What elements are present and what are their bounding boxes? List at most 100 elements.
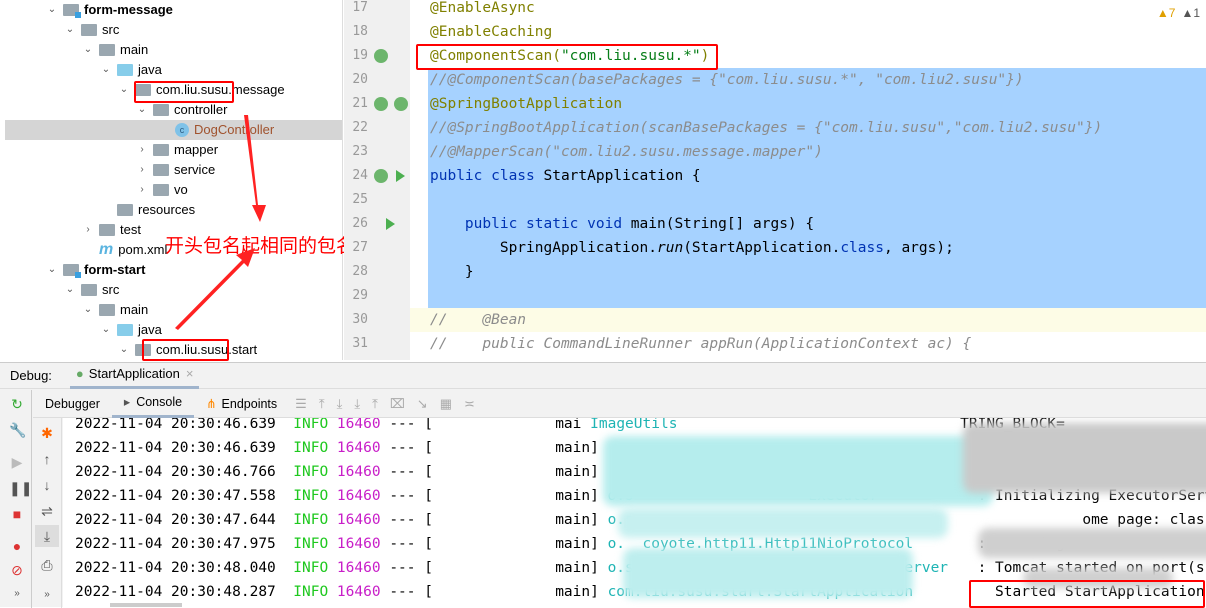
chevron-right-icon[interactable]: › <box>135 160 149 180</box>
tree-item[interactable]: ⌄ form-start <box>45 260 145 280</box>
tab-label: StartApplication <box>88 366 180 381</box>
tree-item[interactable]: ⌄ form-message <box>45 0 173 20</box>
tree-item[interactable]: ⌄ src <box>63 20 120 40</box>
tree-item[interactable]: ⌄ src <box>63 280 120 300</box>
spring-bean-icon[interactable] <box>394 97 408 111</box>
tree-item[interactable]: m pom.xml <box>81 240 167 260</box>
chevron-right-icon[interactable]: › <box>135 180 149 200</box>
code-line[interactable]: @ComponentScan("com.liu.susu.*") <box>430 44 709 68</box>
stop-icon[interactable]: ■ <box>9 506 25 522</box>
resume-icon[interactable]: ▶ <box>9 454 25 470</box>
down-icon[interactable]: ↓ <box>39 477 55 493</box>
code-line[interactable]: public class StartApplication { <box>430 164 701 188</box>
pause-icon[interactable]: ❚❚ <box>9 480 32 496</box>
horizontal-scrollbar[interactable] <box>110 603 182 607</box>
code-line[interactable]: public static void main(String[] args) { <box>430 212 814 236</box>
tab-console[interactable]: ▸ Console <box>111 390 195 418</box>
chevron-down-icon[interactable]: ⌄ <box>81 40 95 60</box>
tree-item[interactable]: ⌄ main <box>81 300 148 320</box>
console-output[interactable]: 2022-11-04 20:30:46.639 INFO 16460 --- [… <box>63 418 1206 608</box>
debug-panel: Debug: ● StartApplication × ↻ 🔧 ▶ ❚❚ ■ ● ⊘… <box>0 361 1206 608</box>
pid: 16460 <box>336 440 381 456</box>
tree-item[interactable]: ⌄ main <box>81 40 148 60</box>
warning-count[interactable]: ▲7 <box>1157 6 1176 20</box>
show-execution-point-icon[interactable]: ⤒ <box>319 396 325 412</box>
evaluate-icon[interactable]: ▦ <box>440 396 452 412</box>
pid: 16460 <box>336 584 381 600</box>
highlight-box <box>969 580 1205 608</box>
close-icon[interactable]: × <box>186 361 194 387</box>
debug-tab-startapplication[interactable]: ● StartApplication × <box>69 361 200 389</box>
more-icon[interactable]: » <box>9 586 25 602</box>
tree-item[interactable]: ⌄ java <box>99 320 162 340</box>
code-line[interactable]: } <box>430 260 474 284</box>
chevron-down-icon[interactable]: ⌄ <box>63 280 77 300</box>
run-icon[interactable] <box>396 170 405 182</box>
pid: 16460 <box>336 418 381 432</box>
wrench-icon[interactable]: 🔧 <box>9 422 26 438</box>
code-line[interactable]: //@SpringBootApplication(scanBasePackage… <box>430 116 1102 140</box>
line-number: 20 <box>352 72 368 87</box>
logger: ImageUtils <box>590 418 678 432</box>
tree-item[interactable]: › test <box>81 220 141 240</box>
chevron-down-icon[interactable]: ⌄ <box>63 20 77 40</box>
trace-icon[interactable]: ≍ <box>464 396 475 412</box>
spring-bean-icon[interactable] <box>374 97 388 111</box>
step-out-icon[interactable]: ⤒ <box>372 396 378 412</box>
weak-warning-count[interactable]: ▲1 <box>1181 6 1200 20</box>
spring-bean-icon[interactable] <box>374 169 388 183</box>
spring-bean-icon[interactable] <box>374 49 388 63</box>
chevron-down-icon[interactable]: ⌄ <box>99 320 113 340</box>
line-number: 29 <box>352 288 368 303</box>
run-to-cursor-icon[interactable]: ↘ <box>417 396 428 412</box>
menu-icon[interactable]: ☰ <box>295 396 307 412</box>
soft-wrap-icon[interactable]: ⇌ <box>39 503 55 519</box>
view-breakpoints-icon[interactable]: ● <box>9 538 25 554</box>
code-line[interactable]: //@MapperScan("com.liu2.susu.message.map… <box>430 140 823 164</box>
code-line[interactable]: SpringApplication.run(StartApplication.c… <box>430 236 954 260</box>
endpoints-icon[interactable]: ✱ <box>39 425 55 441</box>
more-icon[interactable]: » <box>39 587 55 603</box>
step-into-icon[interactable]: ⤓ <box>354 396 360 412</box>
folder-icon <box>99 44 115 56</box>
mute-breakpoints-icon[interactable]: ⊘ <box>9 562 25 578</box>
chevron-down-icon[interactable]: ⌄ <box>117 340 131 360</box>
step-over-icon[interactable]: ⤓ <box>337 396 343 412</box>
chevron-down-icon[interactable]: ⌄ <box>45 0 59 20</box>
code-line[interactable]: @EnableAsync <box>430 0 535 20</box>
code-line[interactable]: @EnableCaching <box>430 20 552 44</box>
separator: --- [ <box>389 464 433 480</box>
rerun-icon[interactable]: ↻ <box>9 396 25 412</box>
up-icon[interactable]: ↑ <box>39 451 55 467</box>
endpoints-icon: ⋔ <box>206 396 217 411</box>
code-editor[interactable]: ▲7 ▲1 17 @EnableAsync 18 @EnableCaching 19 @Co… <box>344 0 1206 360</box>
code-line[interactable]: //@ComponentScan(basePackages = {"com.li… <box>430 68 1024 92</box>
chevron-down-icon[interactable]: ⌄ <box>45 260 59 280</box>
tab-debugger[interactable]: Debugger <box>33 390 112 418</box>
code-line[interactable]: // @Bean <box>410 308 1206 332</box>
tab-endpoints[interactable]: ⋔ Endpoints <box>194 390 289 418</box>
chevron-right-icon[interactable]: › <box>135 140 149 160</box>
maven-icon: m <box>99 241 114 258</box>
tree-item[interactable]: ⌄ java <box>99 60 162 80</box>
thread: mai <box>555 418 582 432</box>
scroll-to-end-icon[interactable]: ⤓ <box>35 525 59 547</box>
drop-frame-icon[interactable]: ⌧ <box>390 396 405 412</box>
chevron-down-icon[interactable]: ⌄ <box>99 60 113 80</box>
chevron-right-icon[interactable]: › <box>81 220 95 240</box>
print-icon[interactable]: ⎙ <box>39 557 55 573</box>
code-line[interactable]: @SpringBootApplication <box>430 92 622 116</box>
chevron-down-icon[interactable]: ⌄ <box>117 80 131 100</box>
code-line[interactable]: // public CommandLineRunner appRun(Appli… <box>430 332 971 356</box>
line-number: 18 <box>352 24 368 39</box>
folder-icon <box>63 4 81 18</box>
folder-icon <box>117 64 133 76</box>
tab-label: Debugger <box>45 396 100 411</box>
timestamp: 2022-11-04 20:30:46.639 <box>75 418 276 432</box>
run-icon[interactable] <box>386 218 395 230</box>
chevron-down-icon[interactable]: ⌄ <box>81 300 95 320</box>
chevron-down-icon[interactable]: ⌄ <box>135 100 149 120</box>
tree-item-label: main <box>120 302 149 317</box>
tree-item-label: java <box>138 62 162 77</box>
inspection-widget[interactable]: ▲7 ▲1 <box>1151 6 1200 20</box>
